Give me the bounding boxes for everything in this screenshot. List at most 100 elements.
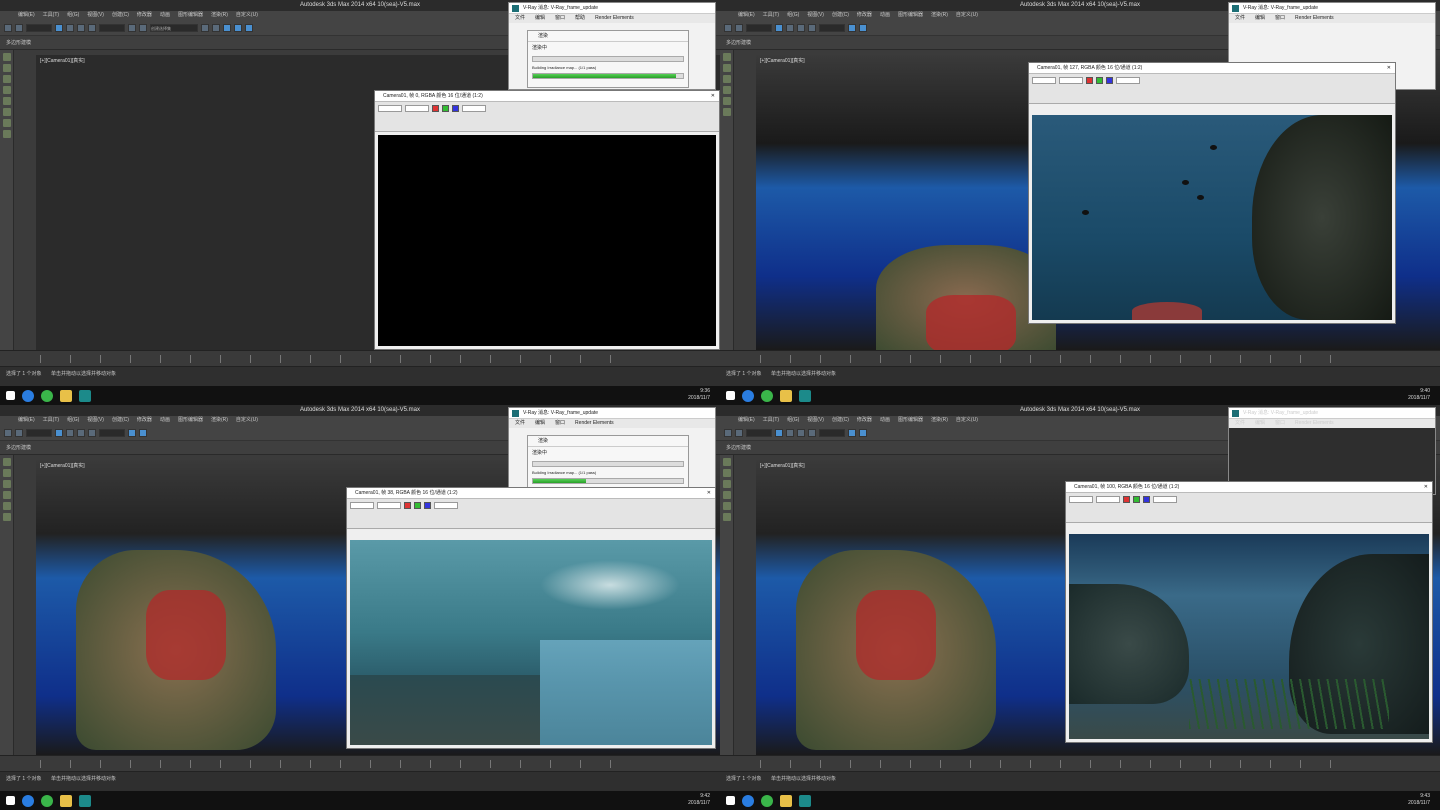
area-dropdown[interactable]	[350, 502, 374, 509]
menu-create[interactable]: 创建(C)	[112, 11, 129, 20]
tool-icon[interactable]	[3, 458, 11, 466]
render-setup-icon[interactable]	[848, 428, 856, 437]
render-button[interactable]	[1116, 77, 1140, 84]
select-object-icon[interactable]	[55, 428, 63, 437]
vray-tab-elements[interactable]: Render Elements	[1295, 419, 1334, 428]
rotate-icon[interactable]	[797, 428, 805, 437]
vray-tab-window[interactable]: 窗口	[555, 419, 565, 428]
tool-icon[interactable]	[723, 64, 731, 72]
view-dropdown[interactable]	[819, 23, 845, 32]
vray-tab-window[interactable]: 窗口	[1275, 419, 1285, 428]
area-dropdown[interactable]	[1032, 77, 1056, 84]
render-button[interactable]	[462, 105, 486, 112]
vray-tab-file[interactable]: 文件	[515, 14, 525, 23]
redo-icon[interactable]	[15, 23, 23, 32]
vray-tab-edit[interactable]: 编辑	[1255, 419, 1265, 428]
menu-rendering[interactable]: 渲染(R)	[211, 11, 228, 20]
red-channel-icon[interactable]	[1086, 77, 1093, 84]
angle-snap-icon[interactable]	[139, 23, 147, 32]
start-icon[interactable]	[6, 796, 15, 805]
tool-icon[interactable]	[723, 97, 731, 105]
menu-customize[interactable]: 自定义(U)	[956, 11, 978, 20]
tool-icon[interactable]	[3, 86, 11, 94]
align-icon[interactable]	[212, 23, 220, 32]
view-dropdown[interactable]	[99, 23, 125, 32]
red-channel-icon[interactable]	[432, 105, 439, 112]
3dsmax-icon[interactable]	[799, 794, 811, 807]
clock[interactable]: 9:42 2018/11/7	[688, 793, 710, 807]
folder-icon[interactable]	[60, 794, 72, 807]
scale-icon[interactable]	[88, 428, 96, 437]
viewport-dropdown[interactable]	[377, 502, 401, 509]
menu-edit[interactable]: 编辑(E)	[738, 416, 755, 425]
vray-tab-window[interactable]: 窗口	[1275, 14, 1285, 23]
blue-channel-icon[interactable]	[452, 105, 459, 112]
menu-edit[interactable]: 编辑(E)	[18, 11, 35, 20]
tool-icon[interactable]	[3, 64, 11, 72]
menu-tools[interactable]: 工具(T)	[43, 416, 59, 425]
menu-views[interactable]: 视图(V)	[807, 416, 824, 425]
folder-icon[interactable]	[60, 389, 72, 402]
menu-group[interactable]: 组(G)	[67, 11, 79, 20]
menu-graph-editors[interactable]: 图形编辑器	[898, 11, 923, 20]
tool-icon[interactable]	[723, 458, 731, 466]
filter-dropdown[interactable]	[26, 428, 52, 437]
render-setup-icon[interactable]	[128, 428, 136, 437]
move-icon[interactable]	[786, 428, 794, 437]
menu-views[interactable]: 视图(V)	[87, 11, 104, 20]
start-icon[interactable]	[726, 391, 735, 400]
area-dropdown[interactable]	[1069, 496, 1093, 503]
vray-tab-elements[interactable]: Render Elements	[1295, 14, 1334, 23]
menu-create[interactable]: 创建(C)	[832, 11, 849, 20]
tool-icon[interactable]	[723, 108, 731, 116]
move-icon[interactable]	[66, 428, 74, 437]
blue-channel-icon[interactable]	[424, 502, 431, 509]
tool-icon[interactable]	[3, 108, 11, 116]
render-icon[interactable]	[859, 23, 867, 32]
green-channel-icon[interactable]	[1133, 496, 1140, 503]
tool-icon[interactable]	[3, 502, 11, 510]
redo-icon[interactable]	[15, 428, 23, 437]
menu-rendering[interactable]: 渲染(R)	[931, 416, 948, 425]
render-icon[interactable]	[245, 23, 253, 32]
clock[interactable]: 9:36 2018/11/7	[688, 388, 710, 402]
menu-edit[interactable]: 编辑(E)	[738, 11, 755, 20]
red-channel-icon[interactable]	[404, 502, 411, 509]
menu-customize[interactable]: 自定义(U)	[956, 416, 978, 425]
render-icon[interactable]	[859, 428, 867, 437]
view-dropdown[interactable]	[819, 428, 845, 437]
redo-icon[interactable]	[735, 428, 743, 437]
vray-tab-edit[interactable]: 编辑	[535, 14, 545, 23]
viewport-label[interactable]: [+][Camera01][真实]	[760, 57, 805, 64]
menu-animation[interactable]: 动画	[160, 416, 170, 425]
rotate-icon[interactable]	[77, 428, 85, 437]
blue-channel-icon[interactable]	[1143, 496, 1150, 503]
select-object-icon[interactable]	[775, 428, 783, 437]
filter-dropdown[interactable]	[746, 23, 772, 32]
vray-tab-file[interactable]: 文件	[1235, 419, 1245, 428]
render-icon[interactable]	[139, 428, 147, 437]
select-object-icon[interactable]	[55, 23, 63, 32]
menu-rendering[interactable]: 渲染(R)	[211, 416, 228, 425]
render-button[interactable]	[1153, 496, 1177, 503]
menu-tools[interactable]: 工具(T)	[43, 11, 59, 20]
menu-animation[interactable]: 动画	[160, 11, 170, 20]
viewport-dropdown[interactable]	[1059, 77, 1083, 84]
tool-icon[interactable]	[723, 513, 731, 521]
tool-icon[interactable]	[723, 469, 731, 477]
viewport-label[interactable]: [+][Camera01][真实]	[40, 57, 85, 64]
vray-tab-edit[interactable]: 编辑	[535, 419, 545, 428]
menu-group[interactable]: 组(G)	[787, 11, 799, 20]
cortana-icon[interactable]	[742, 389, 754, 402]
viewport-dropdown[interactable]	[405, 105, 429, 112]
folder-icon[interactable]	[780, 389, 792, 402]
timeline[interactable]	[0, 755, 720, 771]
vray-tab-file[interactable]: 文件	[515, 419, 525, 428]
browser-icon[interactable]	[41, 794, 53, 807]
menu-create[interactable]: 创建(C)	[832, 416, 849, 425]
viewport-dropdown[interactable]	[1096, 496, 1120, 503]
green-channel-icon[interactable]	[414, 502, 421, 509]
menu-views[interactable]: 视图(V)	[807, 11, 824, 20]
browser-icon[interactable]	[761, 794, 773, 807]
red-channel-icon[interactable]	[1123, 496, 1130, 503]
